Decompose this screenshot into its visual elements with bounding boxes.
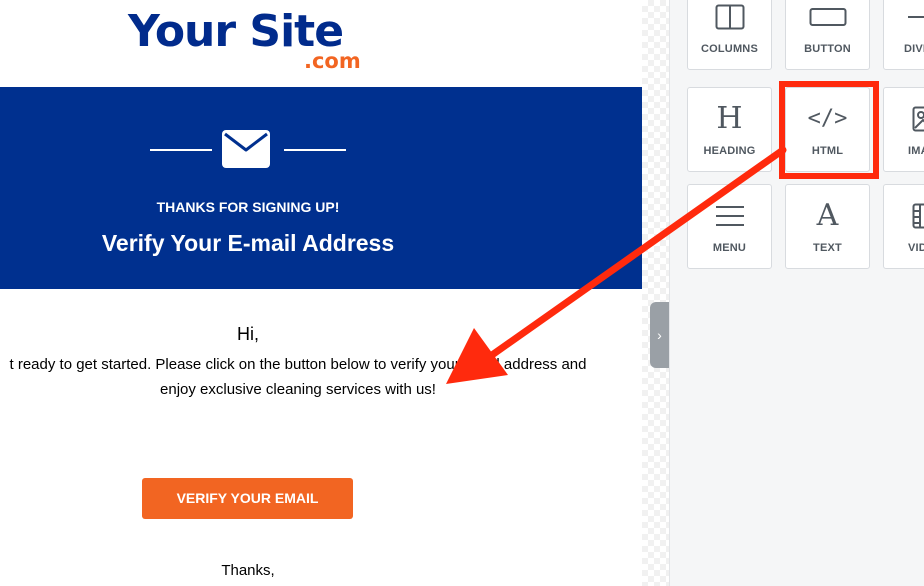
- tool-label: MENU: [712, 242, 747, 254]
- tool-divider[interactable]: DIVI: [883, 0, 924, 70]
- tool-image[interactable]: IMA: [883, 87, 924, 172]
- banner-title: Verify Your E-mail Address: [101, 230, 395, 256]
- heading-icon: H: [688, 104, 771, 134]
- tool-columns[interactable]: COLUMNS: [687, 0, 772, 70]
- tool-label: COLUMNS: [700, 43, 758, 55]
- tool-button[interactable]: BUTTON: [785, 0, 870, 70]
- tool-label: IMA: [908, 145, 924, 157]
- body-message-line: enjoy exclusive cleaning services with u…: [160, 381, 436, 398]
- tool-label: BUTTON: [804, 43, 851, 55]
- code-icon: </>: [786, 104, 869, 134]
- chevron-right-icon: ›: [657, 327, 662, 343]
- collapse-panel-handle[interactable]: ›: [650, 302, 669, 368]
- site-logo[interactable]: Your Site .com: [128, 2, 378, 73]
- divider-line-left: [150, 149, 212, 151]
- envelope-icon: [222, 130, 270, 168]
- tool-label: DIVI: [904, 43, 924, 55]
- code-glyph: </>: [807, 106, 848, 131]
- divider-line-right: [284, 149, 346, 151]
- header-banner[interactable]: [0, 87, 642, 289]
- tool-menu[interactable]: MENU: [687, 184, 772, 269]
- logo-domain-text: .com: [304, 49, 361, 73]
- tool-heading[interactable]: H HEADING: [687, 87, 772, 172]
- signoff-text: Thanks,: [221, 562, 275, 579]
- heading-glyph: H: [716, 101, 743, 136]
- divider-icon: [884, 2, 924, 32]
- button-icon: [786, 2, 869, 32]
- banner-kicker: THANKS FOR SIGNING UP!: [156, 199, 340, 215]
- verify-email-button[interactable]: VERIFY YOUR EMAIL: [142, 478, 353, 519]
- tool-html[interactable]: </> HTML: [785, 87, 870, 172]
- tool-label: HEADING: [703, 145, 756, 157]
- columns-icon: [688, 2, 771, 32]
- greeting-text: Hi,: [237, 324, 259, 344]
- image-icon: [884, 104, 924, 134]
- body-message: t ready to get started. Please click on …: [0, 352, 608, 402]
- tool-text[interactable]: A TEXT: [785, 184, 870, 269]
- tool-label: HTML: [811, 145, 844, 157]
- menu-icon: [688, 201, 771, 231]
- email-canvas: Your Site .com THANKS FOR SIGNING UP! Ve…: [0, 0, 642, 586]
- tool-label: TEXT: [813, 242, 842, 254]
- video-icon: [884, 201, 924, 231]
- body-message-line: t ready to get started. Please click on …: [9, 356, 587, 373]
- tool-video[interactable]: VID: [883, 184, 924, 269]
- tool-label: VID: [908, 242, 924, 254]
- text-icon: A: [786, 201, 869, 231]
- canvas-gutter: [642, 0, 669, 586]
- text-glyph: A: [816, 198, 839, 233]
